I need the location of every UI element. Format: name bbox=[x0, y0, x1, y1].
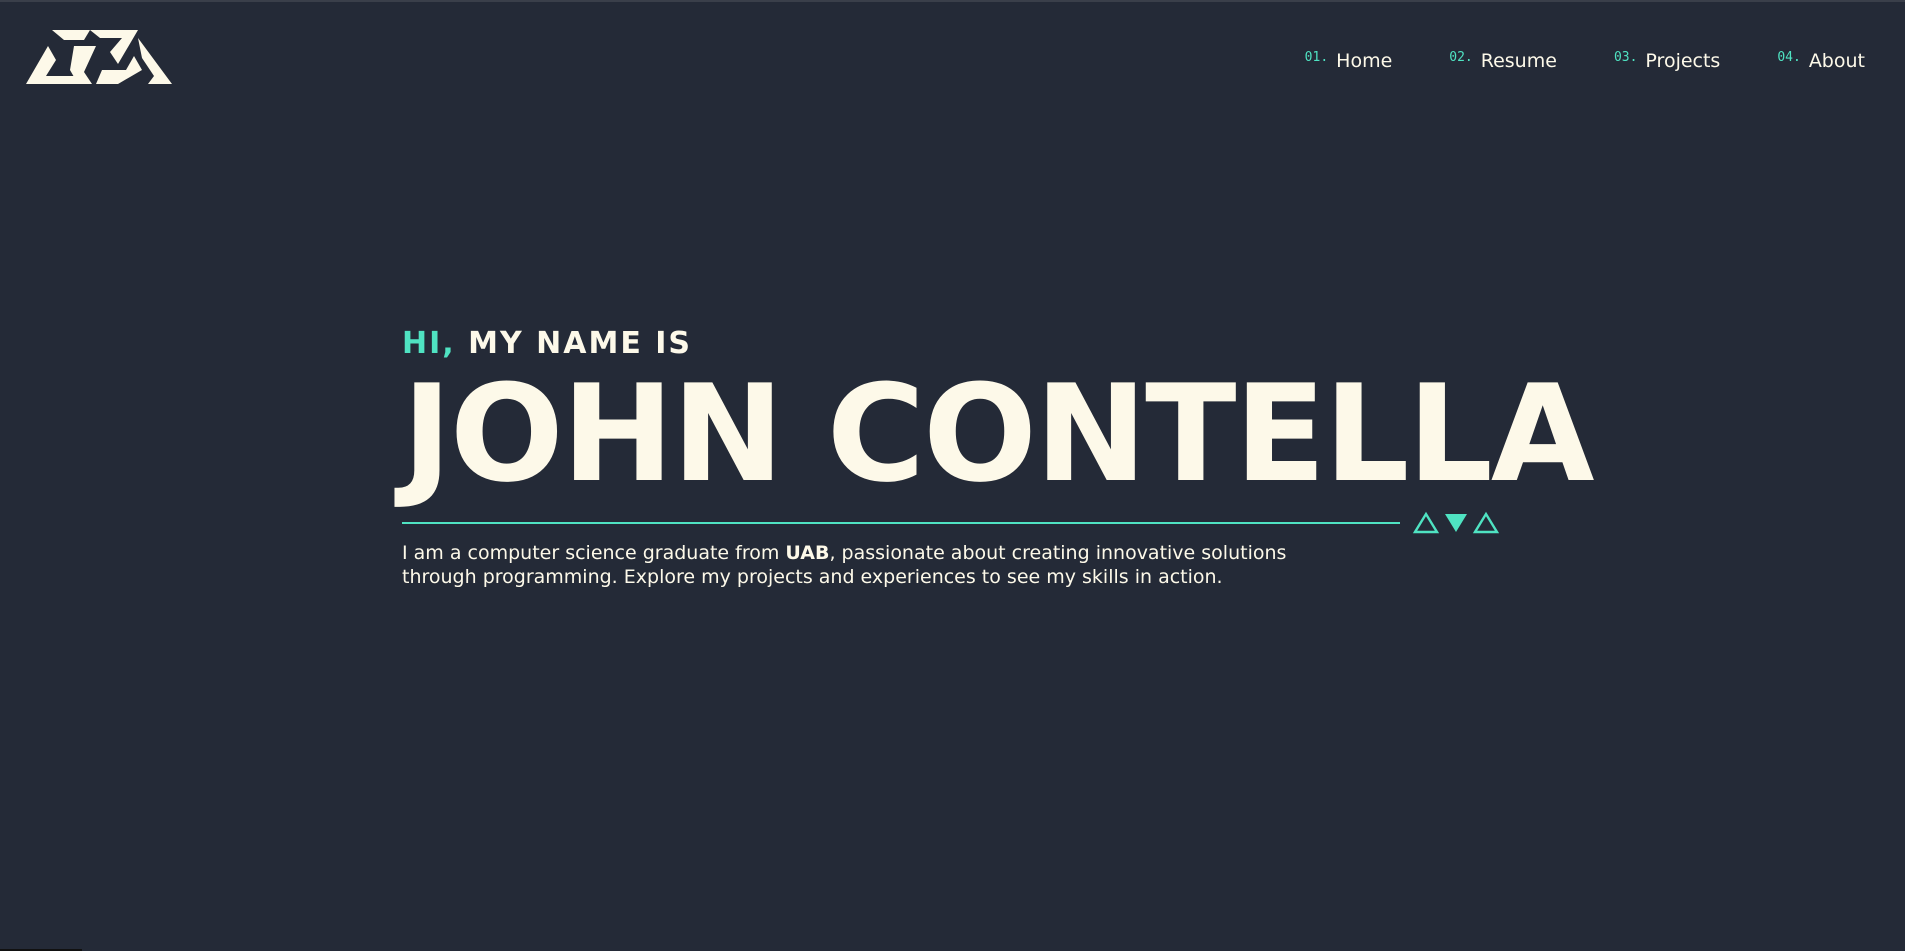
top-border bbox=[0, 0, 1905, 2]
nav-item-about[interactable]: 04. About bbox=[1777, 50, 1865, 72]
hero-name: JOHN CONTELLA bbox=[402, 356, 1595, 512]
triangles-icon bbox=[1412, 511, 1500, 534]
bio-text-start: I am a computer science graduate from bbox=[402, 542, 786, 564]
hero-bio: I am a computer science graduate from UA… bbox=[402, 541, 1302, 589]
nav-label[interactable]: About bbox=[1809, 50, 1865, 72]
divider-line bbox=[402, 522, 1400, 524]
logo-icon[interactable] bbox=[26, 30, 172, 84]
hero-section: HI, MY NAME IS JOHN CONTELLA I am a comp… bbox=[402, 325, 1595, 589]
hero-divider bbox=[402, 511, 1502, 535]
nav-number: 01. bbox=[1304, 50, 1329, 65]
nav-item-projects[interactable]: 03. Projects bbox=[1614, 50, 1720, 72]
nav-item-home[interactable]: 01. Home bbox=[1305, 50, 1393, 72]
nav-item-resume[interactable]: 02. Resume bbox=[1449, 50, 1557, 72]
bio-university: UAB bbox=[785, 542, 830, 564]
nav-label[interactable]: Home bbox=[1336, 50, 1392, 72]
nav-number: 04. bbox=[1777, 50, 1801, 65]
nav-number: 02. bbox=[1449, 50, 1473, 65]
nav-label[interactable]: Projects bbox=[1645, 50, 1720, 72]
nav-number: 03. bbox=[1613, 50, 1638, 65]
main-nav: 01. Home 02. Resume 03. Projects 04. Abo… bbox=[1248, 50, 1865, 72]
nav-label[interactable]: Resume bbox=[1481, 50, 1557, 72]
